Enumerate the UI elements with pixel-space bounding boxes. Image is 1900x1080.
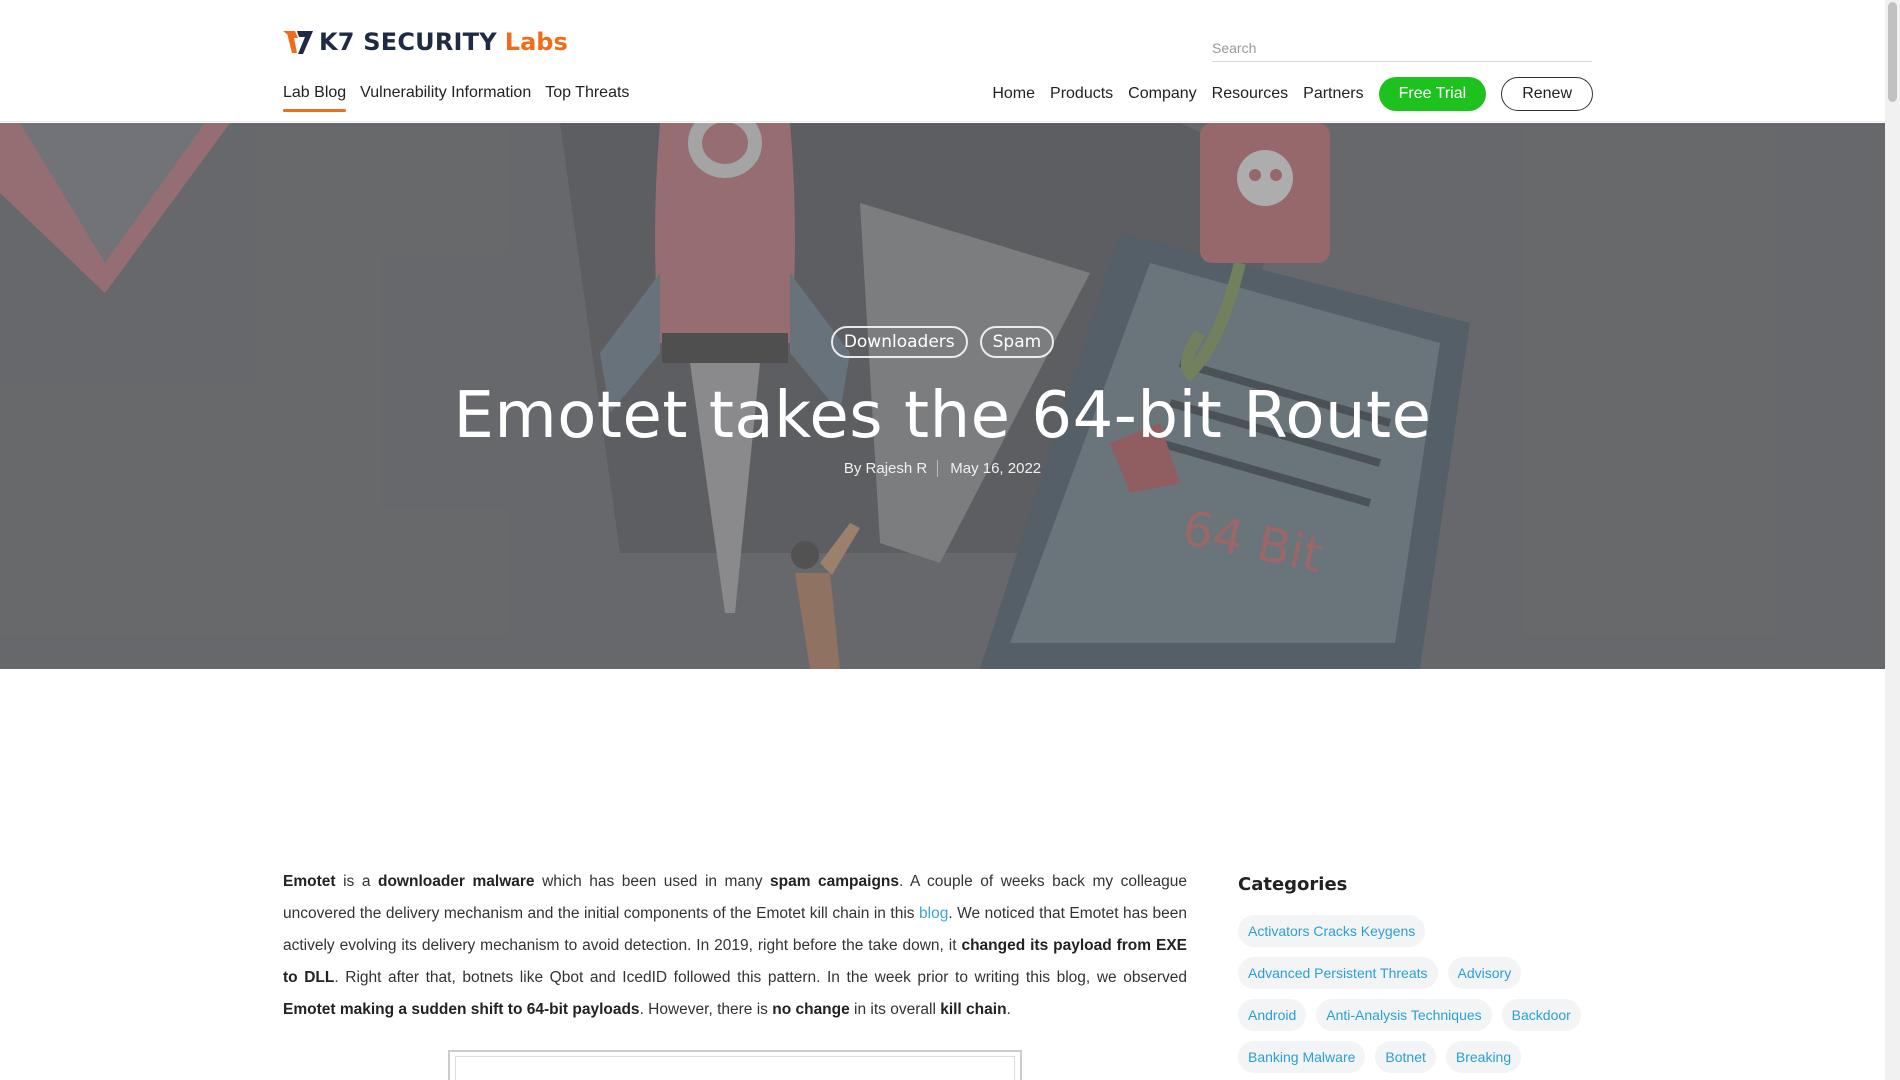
category-breaking[interactable]: Breaking <box>1445 1041 1522 1073</box>
category-botnet[interactable]: Botnet <box>1375 1041 1436 1073</box>
logo-brand-text: K7 SECURITY <box>319 28 497 56</box>
bold-spam-campaigns: spam campaigns <box>770 873 900 890</box>
article-figure <box>448 1050 1022 1080</box>
text-span: which has been used in many <box>534 873 770 890</box>
post-title: Emotet takes the 64-bit Route <box>453 379 1432 453</box>
article-body: Emotet is a downloader malware which has… <box>283 866 1187 1026</box>
logo-labs-text: Labs <box>504 28 568 56</box>
figure-inner-frame <box>455 1056 1015 1080</box>
category-anti-analysis-techniques[interactable]: Anti-Analysis Techniques <box>1316 999 1492 1031</box>
tag-downloaders[interactable]: Downloaders <box>830 326 968 358</box>
page-scrollbar[interactable] <box>1885 0 1900 1080</box>
text-span: . <box>1006 1001 1011 1018</box>
nav-partners[interactable]: Partners <box>1303 85 1363 103</box>
text-span: is a <box>335 873 378 890</box>
nav-company[interactable]: Company <box>1128 85 1196 103</box>
nav-resources[interactable]: Resources <box>1212 85 1288 103</box>
text-span: . However, there is <box>639 1001 773 1018</box>
free-trial-button[interactable]: Free Trial <box>1378 77 1487 111</box>
k7-logo-icon <box>283 31 313 54</box>
lab-subnav: Lab Blog Vulnerability Information Top T… <box>283 84 629 112</box>
category-advanced-persistent-threats[interactable]: Advanced Persistent Threats <box>1238 957 1438 989</box>
main-nav: Home Products Company Resources Partners… <box>992 77 1593 111</box>
search-input[interactable] <box>1212 36 1592 60</box>
hero-tags: Downloaders Spam <box>0 326 1885 358</box>
categories-sidebar: Categories Activators Cracks Keygens Adv… <box>1238 874 1598 1073</box>
text-span: . Right after that, botnets like Qbot an… <box>334 969 1187 986</box>
category-advisory[interactable]: Advisory <box>1447 957 1522 989</box>
article-paragraph: Emotet is a downloader malware which has… <box>283 866 1187 1026</box>
bold-emotet: Emotet <box>283 873 336 890</box>
post-author[interactable]: By Rajesh R <box>844 460 939 477</box>
tag-spam[interactable]: Spam <box>979 326 1055 358</box>
nav-products[interactable]: Products <box>1050 85 1113 103</box>
hero-banner: 64 Bit Downloaders Spam Emotet takes the… <box>0 123 1885 669</box>
category-backdoor[interactable]: Backdoor <box>1501 999 1581 1031</box>
bold-downloader-malware: downloader malware <box>377 873 535 890</box>
post-meta: By Rajesh R May 16, 2022 <box>0 460 1885 477</box>
text-span: in its overall <box>849 1001 941 1018</box>
site-header: K7 SECURITY Labs Lab Blog Vulnerability … <box>0 0 1885 122</box>
search-box <box>1212 36 1592 62</box>
nav-home[interactable]: Home <box>992 85 1035 103</box>
k7-labs-logo[interactable]: K7 SECURITY Labs <box>283 28 568 56</box>
blog-link[interactable]: blog <box>919 905 948 922</box>
subnav-lab-blog[interactable]: Lab Blog <box>283 84 347 112</box>
category-list: Activators Cracks Keygens Advanced Persi… <box>1238 915 1598 1073</box>
subnav-top-threats[interactable]: Top Threats <box>545 84 629 112</box>
category-android[interactable]: Android <box>1238 999 1307 1031</box>
category-banking-malware[interactable]: Banking Malware <box>1238 1041 1366 1073</box>
bold-64bit-shift: Emotet making a sudden shift to 64-bit p… <box>283 1001 640 1018</box>
renew-button[interactable]: Renew <box>1501 77 1593 111</box>
categories-heading: Categories <box>1238 874 1348 895</box>
subnav-vulnerability-information[interactable]: Vulnerability Information <box>360 84 531 112</box>
bold-kill-chain: kill chain <box>940 1001 1007 1018</box>
scrollbar-thumb[interactable] <box>1888 2 1897 102</box>
post-date: May 16, 2022 <box>950 460 1042 477</box>
bold-no-change: no change <box>772 1001 850 1018</box>
category-activators-cracks-keygens[interactable]: Activators Cracks Keygens <box>1238 915 1426 947</box>
